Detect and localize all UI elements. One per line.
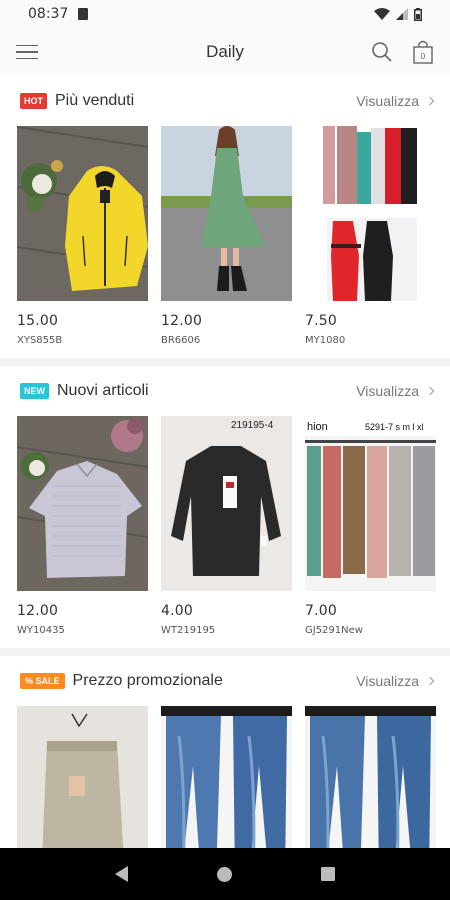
wifi-icon <box>374 8 390 20</box>
hot-badge: HOT <box>20 93 47 109</box>
image-label: 219195-4 <box>231 420 274 431</box>
chevron-right-icon <box>425 96 435 106</box>
product-sku: WT219195 <box>161 625 216 636</box>
product-list: 12.00 WY10435 219195-4 4.00 WT219195 hio… <box>0 416 450 636</box>
product-price: 7.00 <box>305 603 337 619</box>
image-label: hion <box>307 421 328 433</box>
product-image: hion 5291-7 s m l xl <box>305 416 436 591</box>
product-price: 4.00 <box>161 603 193 619</box>
sale-badge: % SALE <box>20 673 65 689</box>
product-sku: XYS855B <box>17 335 63 346</box>
view-all-label: Visualizza <box>356 673 419 689</box>
new-badge: NEW <box>20 383 49 399</box>
product-sku: WY10435 <box>17 625 65 636</box>
product-image <box>161 126 292 301</box>
app-header: Daily 0 <box>0 28 450 76</box>
product-price: 7.50 <box>305 313 337 329</box>
product-image <box>17 126 148 301</box>
chevron-right-icon <box>425 676 435 686</box>
product-price: 12.00 <box>17 603 59 619</box>
section-header: HOT Più venduti Visualizza <box>0 90 450 112</box>
product-image <box>17 706 148 848</box>
sale-badge-label: SALE <box>35 676 60 686</box>
product-sku: MY1080 <box>305 335 346 346</box>
status-time: 08:37 <box>28 6 69 22</box>
recent-apps-icon[interactable] <box>321 867 336 881</box>
product-card[interactable]: 219195-4 4.00 WT219195 <box>161 416 292 636</box>
product-card[interactable]: hion 5291-7 s m l xl 7.00 GJ5291New <box>305 416 436 636</box>
section-header: NEW Nuovi articoli Visualizza <box>0 380 450 402</box>
section-title: Nuovi articoli <box>57 382 149 399</box>
status-bar: 08:37 <box>0 0 450 28</box>
svg-text:0: 0 <box>421 52 426 61</box>
product-price: 15.00 <box>17 313 59 329</box>
product-card[interactable]: 15.00 XYS855B <box>17 126 148 346</box>
system-nav-bar <box>0 848 450 900</box>
main-content[interactable]: HOT Più venduti Visualizza 15.00 XYS855B… <box>0 76 450 848</box>
product-card[interactable]: 7.50 MY1080 <box>305 126 436 346</box>
status-icons <box>374 7 422 21</box>
sd-card-icon <box>78 8 89 20</box>
search-icon[interactable] <box>370 40 394 64</box>
view-all-link[interactable]: Visualizza <box>356 383 435 399</box>
view-all-link[interactable]: Visualizza <box>356 93 435 109</box>
product-card[interactable] <box>17 706 148 848</box>
view-all-label: Visualizza <box>356 383 419 399</box>
product-sku: BR6606 <box>161 335 201 346</box>
section-best-sellers: HOT Più venduti Visualizza 15.00 XYS855B… <box>0 76 450 358</box>
product-image <box>161 706 292 848</box>
image-label: 5291-7 s m l xl <box>365 422 424 432</box>
section-new-items: NEW Nuovi articoli Visualizza 12.00 WY10… <box>0 366 450 648</box>
product-list: 15.00 XYS855B 12.00 BR6606 7.50 MY1080 <box>0 126 450 346</box>
chevron-right-icon <box>425 386 435 396</box>
section-title: Più venduti <box>55 92 135 109</box>
home-icon[interactable] <box>216 866 232 882</box>
section-title: Prezzo promozionale <box>72 672 223 689</box>
product-sku: GJ5291New <box>305 625 363 636</box>
hamburger-icon <box>16 44 38 47</box>
view-all-label: Visualizza <box>356 93 419 109</box>
percent-icon: % <box>25 676 34 686</box>
section-promotional: % SALE Prezzo promozionale Visualizza <box>0 656 450 848</box>
product-card[interactable]: 12.00 BR6606 <box>161 126 292 346</box>
battery-icon <box>414 7 422 21</box>
back-icon[interactable] <box>114 866 128 882</box>
shopping-bag-icon[interactable]: 0 <box>412 39 434 65</box>
product-image: 219195-4 <box>161 416 292 591</box>
product-image <box>305 126 436 301</box>
signal-icon <box>396 8 408 20</box>
menu-button[interactable] <box>16 40 40 64</box>
product-list <box>0 706 450 848</box>
product-price: 12.00 <box>161 313 203 329</box>
view-all-link[interactable]: Visualizza <box>356 673 435 689</box>
product-card[interactable] <box>305 706 436 848</box>
product-card[interactable]: 12.00 WY10435 <box>17 416 148 636</box>
product-card[interactable] <box>161 706 292 848</box>
section-header: % SALE Prezzo promozionale Visualizza <box>0 670 450 692</box>
product-image <box>305 706 436 848</box>
product-image <box>17 416 148 591</box>
